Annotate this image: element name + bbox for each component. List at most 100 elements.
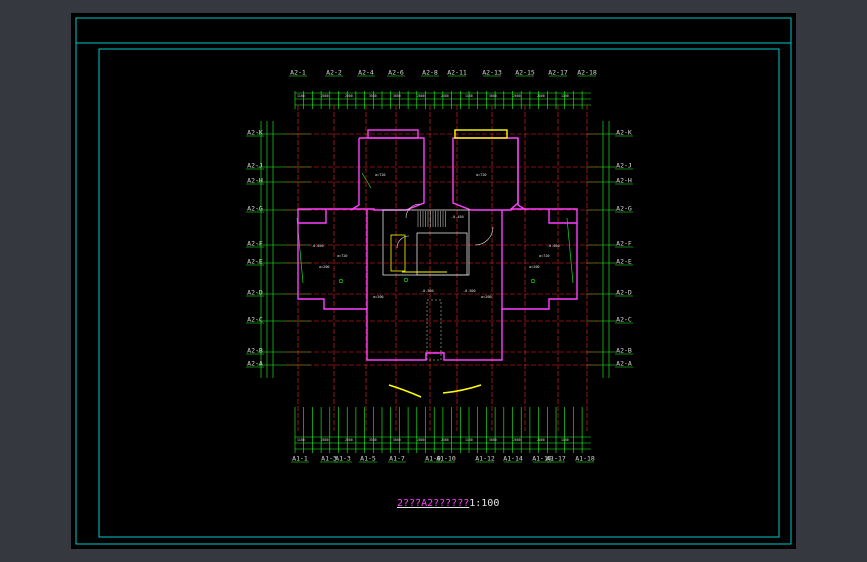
room-label: a=200: [319, 265, 330, 269]
fixture-marker: [338, 278, 344, 284]
axis-bubble-right: A2-K: [616, 129, 632, 137]
dimension-value: 2400: [441, 94, 449, 98]
room-label: a=720: [375, 173, 386, 177]
level-mark: -0.450: [451, 215, 464, 219]
level-mark: -0.050: [547, 244, 560, 248]
axis-bubble-left: A2-B: [247, 347, 263, 355]
axis-bubble-bottom: A1-17: [546, 455, 566, 463]
room-label: a=200: [481, 295, 492, 299]
room-label: a=200: [373, 295, 384, 299]
building-outline-wall: [297, 137, 578, 361]
dimension-value: 3600: [393, 94, 401, 98]
inner-border: [98, 48, 780, 538]
axis-bubble-bottom: A1-12: [475, 455, 495, 463]
axis-bubble-bottom: A1-18: [575, 455, 595, 463]
entrance-canopy: [388, 384, 422, 398]
room-label: a=200: [529, 265, 540, 269]
axis-bubble-right: A2-C: [616, 316, 632, 324]
drawing-title-block: 2???A2??????1:100: [397, 498, 499, 509]
dimension-value: 2800: [321, 438, 329, 442]
entrance-canopy: [442, 384, 482, 394]
level-mark: -0.500: [463, 289, 476, 293]
axis-bubble-left: A2-C: [247, 316, 263, 324]
dimension-value: 2800: [321, 94, 329, 98]
dimension-value: 3600: [489, 438, 497, 442]
dimension-value: 3600: [393, 438, 401, 442]
axis-bubble-top: A2-11: [447, 69, 467, 77]
axis-bubble-right: A2-G: [616, 205, 632, 213]
axis-bubble-top: A2-13: [482, 69, 502, 77]
axis-bubble-bottom: A1-14: [503, 455, 523, 463]
axis-bubble-top: A2-18: [577, 69, 597, 77]
elevator-shaft: [416, 232, 468, 276]
axis-bubble-left: A2-F: [247, 240, 263, 248]
entry-ramp: [426, 299, 442, 361]
drawing-title: 2???A2??????: [397, 498, 470, 509]
axis-bubble-left: A2-H: [247, 177, 263, 185]
fixture-marker: [530, 278, 536, 284]
room-label: a=720: [476, 173, 487, 177]
dimension-value: 1100: [561, 94, 569, 98]
dimension-value: 2600: [345, 94, 353, 98]
label-layer: 1100 1100 2800 2800 2600 2600 3500 3500 3600 3600…: [247, 69, 632, 463]
axis-bubble-right: A2-F: [616, 240, 632, 248]
level-mark: -0.050: [311, 244, 324, 248]
dimension-value: 2600: [345, 438, 353, 442]
drawing-sheet: 1100 1100 2800 2800 2600 2600 3500 3500 3600 3600…: [71, 13, 796, 549]
dimension-value: 3500: [369, 438, 377, 442]
axis-bubble-top: A2-17: [548, 69, 568, 77]
axis-bubble-right: A2-E: [616, 258, 632, 266]
room-label: a=720: [337, 254, 348, 258]
axis-bubble-right: A2-H: [616, 177, 632, 185]
axis-bubble-left: A2-J: [247, 162, 263, 170]
axis-bubble-left: A2-A: [247, 360, 263, 368]
dimension-value: 1100: [465, 438, 473, 442]
axis-bubble-top: A2-4: [358, 69, 374, 77]
dimension-value: 1100: [465, 94, 473, 98]
axis-bubble-right: A2-B: [616, 347, 632, 355]
interior-wall: [298, 209, 327, 224]
axis-bubble-bottom: A1-5: [360, 455, 376, 463]
axis-bubble-left: A2-D: [247, 289, 263, 297]
detail-layer: [338, 203, 536, 398]
dimension-value: 2400: [441, 438, 449, 442]
axis-bubble-right: A2-J: [616, 162, 632, 170]
axis-bubble-left: A2-E: [247, 258, 263, 266]
dimension-value: 2800: [417, 438, 425, 442]
axis-bubble-right: A2-A: [616, 360, 632, 368]
leader-line: [566, 217, 574, 284]
dimension-value: 1100: [297, 438, 305, 442]
level-mark: -0.500: [421, 289, 434, 293]
dimension-value: 2800: [537, 94, 545, 98]
axis-bubble-left: A2-G: [247, 205, 263, 213]
axis-bubble-top: A2-15: [515, 69, 535, 77]
axis-grid-layer: [286, 105, 601, 431]
stair-handrail: [390, 234, 406, 272]
dimension-value: 2800: [537, 438, 545, 442]
axis-bubble-bottom: A1-3: [335, 455, 351, 463]
axis-bubble-left: A2-K: [247, 129, 263, 137]
dimension-value: 2600: [513, 438, 521, 442]
dimension-value: 1100: [297, 94, 305, 98]
interior-wall: [548, 209, 577, 224]
axis-bubble-bottom: A1-1: [292, 455, 308, 463]
dimension-value: 1100: [561, 438, 569, 442]
outer-border: [75, 17, 792, 545]
room-label: a=720: [539, 254, 550, 258]
axis-bubble-top: A2-2: [326, 69, 342, 77]
dimension-value: 3500: [369, 94, 377, 98]
axis-bubble-bottom: A1-10: [436, 455, 456, 463]
interior-wall: [350, 138, 360, 211]
axis-bubble-right: A2-D: [616, 289, 632, 297]
door-swing: [474, 226, 494, 246]
axis-bubble-top: A2-6: [388, 69, 404, 77]
dimension-value: 2800: [417, 94, 425, 98]
door-swing: [396, 235, 410, 249]
dimension-value: 3600: [489, 94, 497, 98]
fixture-marker: [403, 277, 409, 283]
floor-plan-canvas: 1100 1100 2800 2800 2600 2600 3500 3500 3600 3600…: [75, 17, 792, 545]
drawing-scale: 1:100: [469, 498, 500, 509]
leader-line: [361, 172, 372, 189]
axis-bubble-top: A2-1: [290, 69, 306, 77]
dimension-value: 2600: [513, 94, 521, 98]
